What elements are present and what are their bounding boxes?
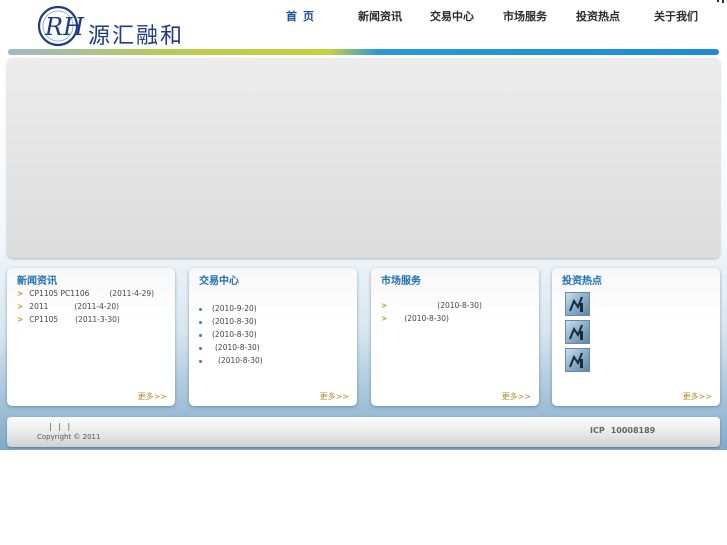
trade-panel: 交易中心 (2010-9-20) (2010-8-30) (2010-8-30)…: [189, 268, 357, 406]
list-item[interactable]: > (2010-8-30): [381, 300, 482, 312]
bullet-dot-icon: [199, 359, 202, 363]
brand-name: 源汇融和: [88, 24, 185, 49]
nav-item-about[interactable]: 关于我们: [654, 8, 698, 24]
logo-mark-icon: RH: [37, 5, 85, 47]
bullet-dot-icon: [199, 320, 202, 324]
logo[interactable]: RH 源汇融和: [36, 4, 196, 50]
nav-item-hotspot[interactable]: 投资热点: [576, 8, 620, 24]
hotspot-thumbnail[interactable]: [565, 348, 590, 372]
hotspot-thumbnail[interactable]: [565, 292, 590, 316]
list-item[interactable]: (2010-8-30): [199, 342, 260, 354]
nav-item-trade[interactable]: 交易中心: [430, 8, 474, 24]
list-item[interactable]: > (2010-8-30): [381, 313, 449, 325]
hotspot-more-link[interactable]: 更多>>: [683, 391, 712, 402]
list-item[interactable]: > CP1105 (2011-3-30): [17, 314, 120, 326]
hotspot-panel: 投资热点 更多>>: [552, 268, 720, 406]
list-item[interactable]: (2010-8-30): [199, 329, 257, 341]
list-item[interactable]: (2010-9-20): [199, 303, 257, 315]
chart-thumbnail-icon: [569, 352, 583, 368]
market-more-link[interactable]: 更多>>: [502, 391, 531, 402]
copyright-text: Copyright © 2011: [37, 433, 101, 441]
nav-item-market[interactable]: 市场服务: [503, 8, 547, 24]
list-item[interactable]: (2010-8-30): [199, 355, 263, 367]
chart-thumbnail-icon: [569, 324, 583, 340]
list-item[interactable]: >2011 (2011-4-20): [17, 301, 119, 313]
chart-thumbnail-icon: [569, 296, 583, 312]
news-more-link[interactable]: 更多>>: [138, 391, 167, 402]
footer: | | | Copyright © 2011 ICP 10008189: [7, 417, 720, 447]
hotspot-panel-title: 投资热点: [562, 276, 602, 287]
site-page: RH 源汇融和 首页 新闻资讯 交易中心 市场服务 投资热点 关于我们 新闻资讯…: [0, 0, 727, 450]
bullet-dot-icon: [199, 333, 202, 337]
nav-item-news[interactable]: 新闻资讯: [358, 8, 402, 24]
nav-item-home[interactable]: 首页: [286, 8, 320, 24]
banner-area: [7, 58, 720, 258]
market-panel: 市场服务 > (2010-8-30) > (2010-8-30) 更多>>: [371, 268, 539, 406]
logo-mark-text: RH: [44, 13, 85, 41]
news-panel-title: 新闻资讯: [17, 276, 57, 287]
header-divider: [8, 49, 719, 55]
list-item[interactable]: (2010-8-30): [199, 316, 257, 328]
icp-license: ICP 10008189: [590, 426, 656, 435]
market-panel-title: 市场服务: [381, 276, 421, 287]
news-panel: 新闻资讯 > CP1105 PC1106 (2011-4-29) >2011 (201…: [7, 268, 175, 406]
corner-decoration-icon: [717, 0, 724, 3]
bullet-dot-icon: [199, 346, 202, 350]
bullet-dot-icon: [199, 307, 202, 311]
footer-links-separators[interactable]: | | |: [49, 422, 72, 431]
hotspot-thumbnail[interactable]: [565, 320, 590, 344]
list-item[interactable]: > CP1105 PC1106 (2011-4-29): [17, 288, 154, 300]
trade-panel-title: 交易中心: [199, 276, 239, 287]
trade-more-link[interactable]: 更多>>: [320, 391, 349, 402]
